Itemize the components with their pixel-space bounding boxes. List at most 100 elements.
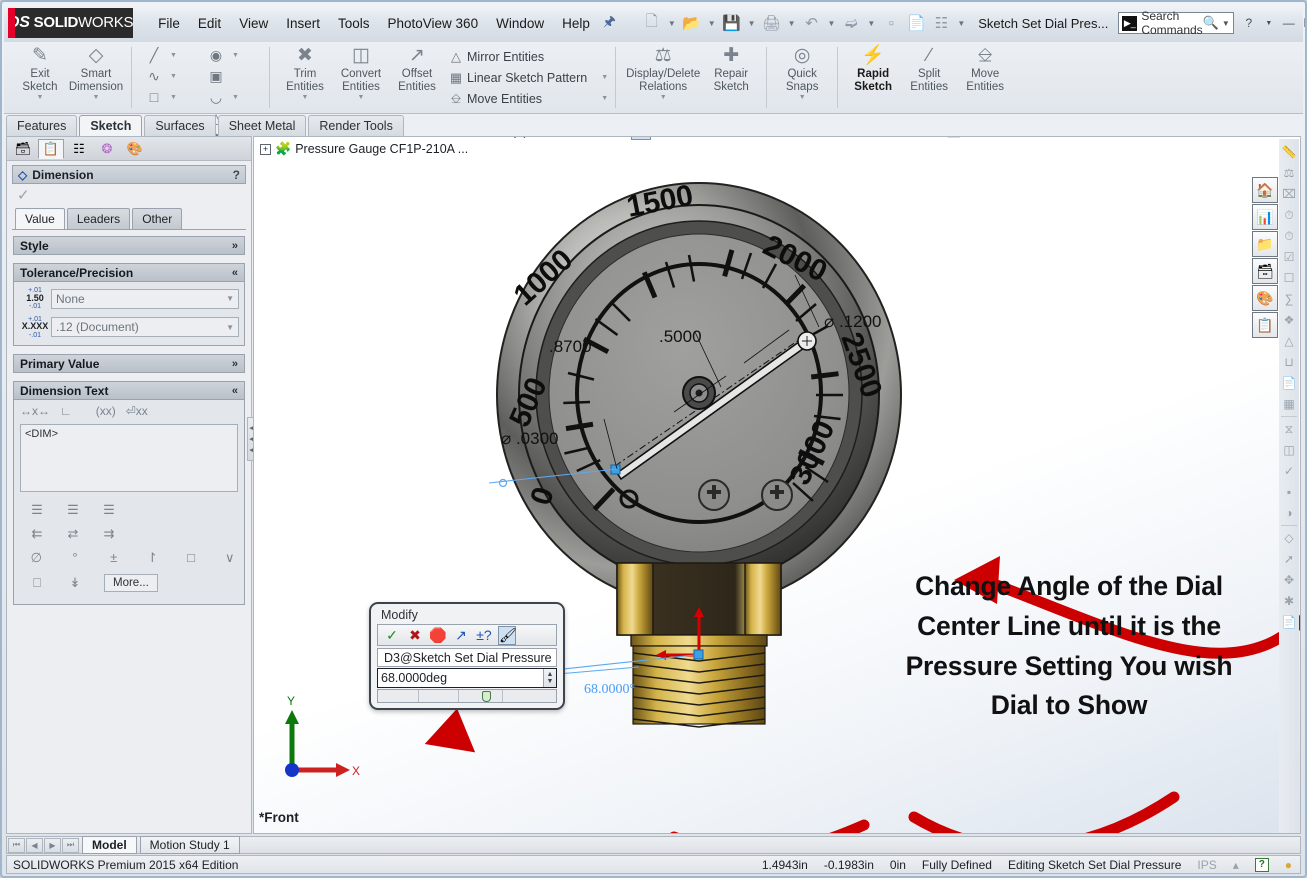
align-right-icon[interactable]: ☰: [100, 502, 118, 518]
slider-thumb[interactable]: [482, 691, 491, 702]
tab-render-tools[interactable]: Render Tools: [308, 115, 403, 136]
menu-edit[interactable]: Edit: [189, 12, 230, 35]
section-dimension-text[interactable]: Dimension Text «: [13, 381, 245, 400]
spinner-up-icon[interactable]: ▲: [547, 671, 554, 678]
search-commands-box[interactable]: ▶_ Search Commands 🔍 ▼: [1118, 12, 1233, 34]
square-icon[interactable]: □: [183, 550, 200, 566]
previous-icon[interactable]: ◀: [26, 838, 43, 853]
menu-view[interactable]: View: [230, 12, 277, 35]
chevron-down-icon[interactable]: ▼: [358, 94, 365, 101]
file-properties-icon[interactable]: 📄: [904, 11, 928, 35]
modify-dialog[interactable]: Modify ✓ ✖ 🛑 ↗ ±? 🖌 D3@Sketch Set Dial P…: [369, 602, 565, 710]
custom-properties-icon[interactable]: 📋: [1252, 312, 1278, 338]
trim-entities-button[interactable]: ✖ Trim Entities ▼: [277, 42, 333, 113]
tab-value[interactable]: Value: [15, 208, 65, 229]
rebuild-icon[interactable]: 🛑: [429, 627, 447, 644]
tolerance-type-select[interactable]: None ▼: [51, 289, 239, 309]
restore-icon[interactable]: ☐: [1300, 14, 1307, 32]
offset-entities-button[interactable]: ↗ Offset Entities: [389, 42, 445, 113]
chevron-down-icon[interactable]: ▼: [587, 74, 608, 81]
chevron-down-icon[interactable]: ▼: [170, 87, 179, 107]
select-icon[interactable]: ➫: [839, 11, 863, 35]
isometric-icon[interactable]: ▤: [653, 136, 673, 140]
quick-snaps-button[interactable]: ◎ Quick Snaps ▼: [774, 42, 830, 113]
more-button[interactable]: More...: [104, 574, 158, 592]
menu-insert[interactable]: Insert: [277, 12, 329, 35]
precision-select[interactable]: .12 (Document) ▼: [51, 317, 239, 337]
dimension-text-input[interactable]: <DIM>: [20, 424, 238, 492]
view-settings-icon[interactable]: 🖥: [944, 136, 964, 140]
expand-icon[interactable]: +: [260, 144, 271, 155]
text-left-offset-icon[interactable]: ⇇: [28, 526, 46, 542]
chevron-down-icon[interactable]: ▼: [864, 19, 878, 28]
symmetry-icon[interactable]: ⊔: [1284, 353, 1293, 371]
chevron-down-icon[interactable]: ▼: [660, 94, 667, 101]
cancel-x-icon[interactable]: ✖: [406, 627, 424, 644]
apply-scene-icon[interactable]: ☁: [913, 136, 933, 140]
help-icon[interactable]: ?: [233, 168, 240, 182]
chevron-down-icon[interactable]: ▼: [705, 19, 719, 28]
back-view-icon[interactable]: ▨: [741, 136, 761, 140]
accept-check-icon[interactable]: ✓: [383, 627, 401, 644]
draft-analysis-icon[interactable]: ◫: [1283, 441, 1294, 459]
reference-geometry-icon[interactable]: ✥: [1284, 571, 1294, 589]
open-document-icon[interactable]: 📂: [680, 11, 704, 35]
menu-photoview360[interactable]: PhotoView 360: [379, 12, 488, 35]
chevron-down-icon[interactable]: ▼: [1260, 14, 1278, 32]
tab-sketch[interactable]: Sketch: [79, 115, 142, 136]
chevron-double-up-icon[interactable]: «: [232, 267, 238, 279]
front-view-icon[interactable]: ▧: [719, 136, 739, 140]
curvature-icon[interactable]: ⧖: [1285, 420, 1293, 438]
sketch-picture-icon[interactable]: ✱: [1284, 592, 1294, 610]
rebuild-icon[interactable]: ▫: [879, 11, 903, 35]
display-style-wireframe-icon[interactable]: ◪: [829, 136, 849, 140]
chevron-up-icon[interactable]: ▴: [1233, 858, 1239, 872]
chevron-down-icon[interactable]: ▼: [232, 87, 241, 107]
chevron-down-icon[interactable]: ▼: [799, 94, 806, 101]
tab-sheet-metal[interactable]: Sheet Metal: [218, 115, 307, 136]
zoom-to-fit-icon[interactable]: 🔍: [499, 136, 519, 140]
chevron-down-icon[interactable]: ▼: [37, 94, 44, 101]
deviation-icon[interactable]: △: [1284, 332, 1293, 350]
centerline-icon[interactable]: ↾: [144, 550, 161, 566]
inspection-icon[interactable]: ⏎xx: [126, 404, 148, 418]
units-label[interactable]: IPS: [1197, 858, 1216, 872]
configuration-manager-icon[interactable]: ☷: [66, 139, 92, 159]
chevron-down-icon[interactable]: ▼: [232, 45, 241, 65]
check2-icon[interactable]: ☐: [1284, 269, 1295, 287]
display-style-shaded-edges-icon[interactable]: ◬: [785, 136, 805, 140]
zoom-to-area-icon[interactable]: 🔎: [521, 136, 541, 140]
next-icon[interactable]: ▶: [44, 838, 61, 853]
help-badge-icon[interactable]: ?: [1255, 858, 1269, 872]
tab-surfaces[interactable]: Surfaces: [144, 115, 215, 136]
undo-icon[interactable]: ↶: [800, 11, 824, 35]
edit-appearance-icon[interactable]: ●: [891, 136, 911, 140]
modify-value-slider[interactable]: [377, 689, 557, 703]
hide-show-items-icon[interactable]: ☺: [860, 136, 880, 140]
smart-dimension-button[interactable]: ◇ Smart Dimension ▼: [68, 42, 124, 113]
property-manager-icon[interactable]: 📋: [38, 139, 64, 159]
dim-angle-icon[interactable]: ∟: [60, 404, 72, 418]
display-manager-icon[interactable]: 🎨: [122, 139, 148, 159]
search-input[interactable]: Search Commands: [1141, 9, 1202, 37]
tab-motion-study-1[interactable]: Motion Study 1: [140, 836, 240, 854]
trimetric-icon[interactable]: ▥: [675, 136, 695, 140]
chevron-down-icon[interactable]: ▼: [93, 94, 100, 101]
attach-icon[interactable]: 📄: [1282, 613, 1297, 631]
countersink-icon[interactable]: ∨: [221, 550, 238, 566]
dim-value-icon[interactable]: ↔x↔: [20, 404, 50, 418]
file-explorer-icon[interactable]: 🗃: [1252, 258, 1278, 284]
mass-properties-icon[interactable]: ⚖: [1284, 164, 1295, 182]
pin-icon[interactable]: 🖈: [603, 11, 616, 35]
accept-check-icon[interactable]: ✓: [17, 186, 30, 204]
degree-icon[interactable]: °: [67, 550, 84, 566]
chevron-down-icon[interactable]: ▼: [665, 19, 679, 28]
linear-sketch-pattern-button[interactable]: ▦ Linear Sketch Pattern ▼: [445, 67, 608, 88]
chevron-double-up-icon[interactable]: «: [232, 385, 238, 397]
reverse-direction-icon[interactable]: ↗: [452, 627, 470, 644]
circle-icon[interactable]: ◉: [201, 45, 231, 65]
graphics-area[interactable]: 🔍 🔎 ✥ ⟳ ▦ ↴ ▣ ▤ ▥ ▦ ▧ ▨ ◫ ◬ ◭ ◪ ▼ ☺ ▼ ● …: [253, 136, 1301, 834]
mirror-entities-button[interactable]: △ Mirror Entities: [445, 46, 608, 67]
chevron-down-icon[interactable]: ▼: [785, 19, 799, 28]
chevron-down-icon[interactable]: ▼: [1222, 19, 1230, 28]
